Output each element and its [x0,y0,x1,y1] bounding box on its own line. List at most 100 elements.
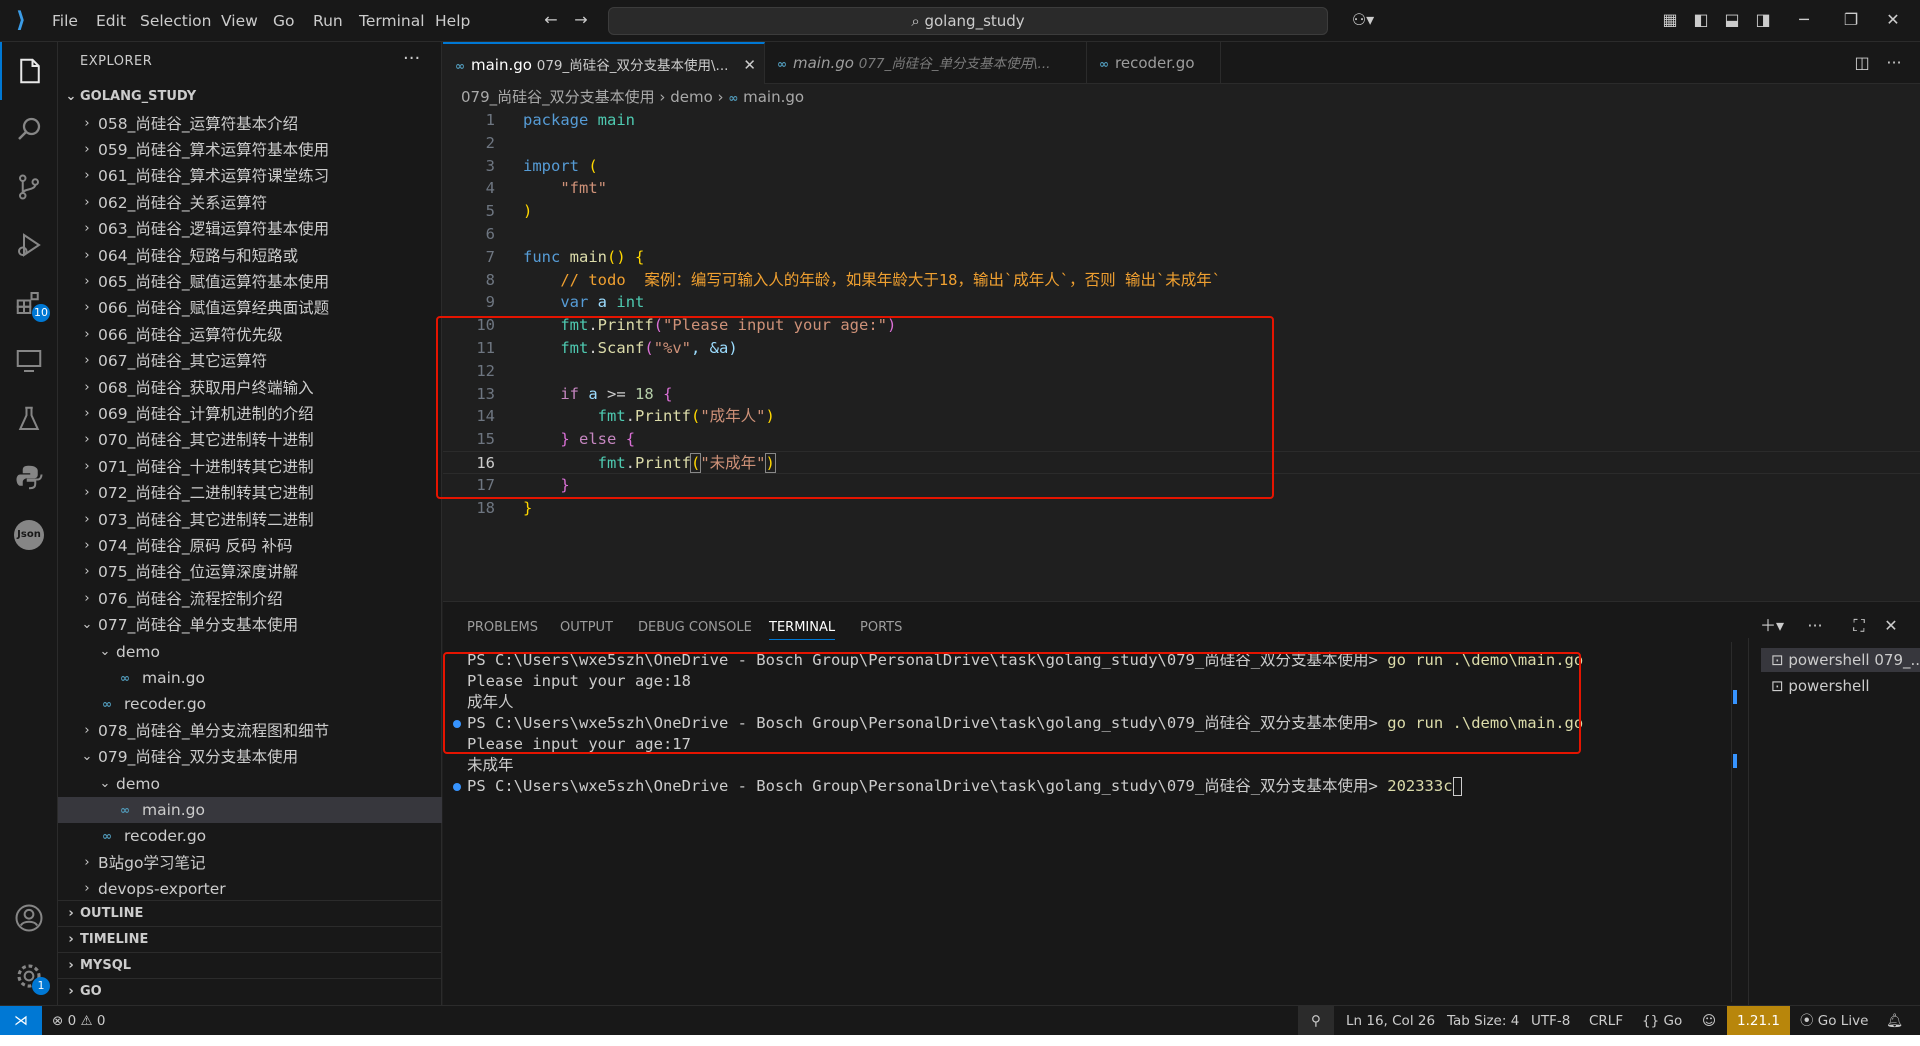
notifications-bell-icon[interactable]: 🔔︎ [1886,1006,1903,1036]
testing-flask-icon[interactable] [0,390,58,448]
go-version[interactable]: 1.21.1 [1727,1006,1790,1036]
panel-tab-output[interactable]: OUTPUT [560,620,613,635]
tree-folder[interactable]: › 066_尚硅谷_赋值运算经典面试题 [58,295,442,321]
line-ending[interactable]: CRLF [1589,1006,1623,1036]
minimize-icon[interactable]: ─ [1793,9,1815,31]
tree-folder[interactable]: › 059_尚硅谷_算术运算符基本使用 [58,137,442,163]
accounts-icon[interactable] [0,889,58,947]
tree-folder[interactable]: › 064_尚硅谷_短路与和短路或 [58,243,442,269]
panel-tab-problems[interactable]: PROBLEMS [467,620,538,635]
tab-main-go-077[interactable]: ∞ main.go 077_尚硅谷_单分支基本使用\... [765,42,1087,84]
tree-folder[interactable]: ⌄ demo [58,771,442,797]
editor-more-icon[interactable]: ··· [1883,52,1905,74]
tree-folder[interactable]: › 075_尚硅谷_位运算深度讲解 [58,559,442,585]
tree-folder[interactable]: ⌄ demo [58,639,442,665]
encoding[interactable]: UTF-8 [1531,1006,1570,1036]
tree-folder[interactable]: ⌄ 077_尚硅谷_单分支基本使用 [58,612,442,638]
terminal-line[interactable]: PS C:\Users\wxe5szh\OneDrive - Bosch Gro… [453,776,1462,797]
terminal-input[interactable]: 202333c [1387,777,1452,795]
terminal-instance-1[interactable]: ⊡ powershell 079_... [1761,648,1920,672]
copilot-icon[interactable]: ⚇▾ [1346,9,1380,31]
tree-file[interactable]: ∞ main.go [58,796,442,824]
toggle-sidebar-icon[interactable]: ◧ [1690,9,1712,31]
section-timeline[interactable]: › TIMELINE [58,926,442,952]
command-decoration-icon[interactable] [453,783,461,791]
tree-folder[interactable]: › 058_尚硅谷_运算符基本介绍 [58,111,442,137]
problems-status[interactable]: ⊗ 0 ⚠ 0 [52,1006,106,1036]
restore-icon[interactable]: ❐ [1840,9,1862,31]
tree-folder[interactable]: › 076_尚硅谷_流程控制介绍 [58,586,442,612]
cursor-position[interactable]: Ln 16, Col 26 [1346,1006,1435,1036]
tree-folder[interactable]: › 062_尚硅谷_关系运算符 [58,190,442,216]
close-window-icon[interactable]: ✕ [1882,9,1904,31]
run-debug-icon[interactable] [0,216,58,274]
tab-size[interactable]: Tab Size: 4 [1447,1006,1519,1036]
toggle-panel-icon[interactable]: ⬓ [1721,9,1743,31]
tree-folder[interactable]: › 072_尚硅谷_二进制转其它进制 [58,480,442,506]
toggle-secondary-sidebar-icon[interactable]: ◨ [1752,9,1774,31]
menu-go[interactable]: Go [271,0,297,42]
explorer-icon[interactable] [0,42,58,100]
panel-tab-ports[interactable]: PORTS [860,620,902,635]
panel-tab-terminal[interactable]: TERMINAL [769,620,836,640]
language-mode[interactable]: {} Go [1642,1006,1682,1036]
json-icon[interactable]: Json [0,506,58,564]
workspace-root[interactable]: ⌄ GOLANG_STUDY [58,84,442,110]
panel-tab-debug-console[interactable]: DEBUG CONSOLE [638,620,752,635]
tree-folder[interactable]: › 061_尚硅谷_算术运算符课堂练习 [58,163,442,189]
new-terminal-icon[interactable]: ＋▾ [1755,615,1789,637]
back-arrow-icon[interactable]: ← [540,9,562,31]
more-actions-icon[interactable]: ··· [403,48,420,69]
menu-view[interactable]: View [219,0,260,42]
tree-folder[interactable]: › 068_尚硅谷_获取用户终端输入 [58,375,442,401]
tree-folder[interactable]: › 078_尚硅谷_单分支流程图和细节 [58,718,442,744]
menu-file[interactable]: File [50,0,80,42]
close-panel-icon[interactable]: ✕ [1880,615,1902,637]
breadcrumb-folder[interactable]: 079_尚硅谷_双分支基本使用 [461,88,655,106]
tab-main-go-079[interactable]: ∞ main.go 079_尚硅谷_双分支基本使用\... ✕ [443,42,765,84]
command-center-search[interactable]: ⌕ golang_study [608,7,1328,35]
remote-indicator-icon[interactable]: ⋊ [0,1006,42,1036]
tree-folder[interactable]: › 070_尚硅谷_其它进制转十进制 [58,427,442,453]
tree-folder[interactable]: › 069_尚硅谷_计算机进制的介绍 [58,401,442,427]
tree-folder[interactable]: › 067_尚硅谷_其它运算符 [58,348,442,374]
menu-run[interactable]: Run [311,0,345,42]
split-editor-icon[interactable]: ◫ [1851,52,1873,74]
search-icon[interactable] [0,100,58,158]
tab-recoder-go[interactable]: ∞ recoder.go [1087,42,1221,84]
python-icon[interactable] [0,448,58,506]
tree-folder[interactable]: › devops-exporter [58,876,442,902]
section-mysql[interactable]: › MYSQL [58,952,442,978]
menu-edit[interactable]: Edit [94,0,128,42]
breadcrumb-demo[interactable]: demo [670,88,713,106]
tree-folder[interactable]: › 063_尚硅谷_逻辑运算符基本使用 [58,216,442,242]
copilot-status-icon[interactable]: ☺ [1702,1006,1716,1036]
maximize-panel-icon[interactable]: ⛶ [1848,615,1870,637]
terminal-scrollbar[interactable] [1731,642,1739,1002]
zoom-search-icon[interactable]: ⚲ [1298,1006,1334,1036]
tree-folder[interactable]: › B站go学习笔记 [58,850,442,876]
layout-customize-icon[interactable]: ▦ [1659,9,1681,31]
tree-folder[interactable]: › 073_尚硅谷_其它进制转二进制 [58,507,442,533]
section-outline[interactable]: › OUTLINE [58,900,442,926]
panel-more-icon[interactable]: ··· [1804,615,1826,637]
tree-folder[interactable]: › 074_尚硅谷_原码 反码 补码 [58,533,442,559]
terminal-instance-2[interactable]: ⊡ powershell [1761,674,1920,698]
extensions-icon[interactable]: 10 [0,274,58,332]
manage-gear-icon[interactable]: 1 [0,947,58,1005]
code-editor[interactable]: 1 package main 2 3 import ( 4 "fmt" 5) 6 7… [436,109,1920,601]
tree-folder[interactable]: › 071_尚硅谷_十进制转其它进制 [58,454,442,480]
close-tab-icon[interactable]: ✕ [743,44,756,84]
go-live-button[interactable]: ⦿ Go Live [1800,1006,1868,1036]
menu-help[interactable]: Help [433,0,472,42]
remote-explorer-icon[interactable] [0,332,58,390]
source-control-icon[interactable] [0,158,58,216]
menu-terminal[interactable]: Terminal [357,0,427,42]
tree-file[interactable]: ∞ main.go [58,665,442,691]
tree-folder[interactable]: › 066_尚硅谷_运算符优先级 [58,322,442,348]
section-go[interactable]: › GO [58,978,442,1004]
tree-file[interactable]: ∞ recoder.go [58,823,442,849]
breadcrumb-file[interactable]: main.go [743,88,804,106]
tree-file[interactable]: ∞ recoder.go [58,691,442,717]
menu-selection[interactable]: Selection [138,0,213,42]
